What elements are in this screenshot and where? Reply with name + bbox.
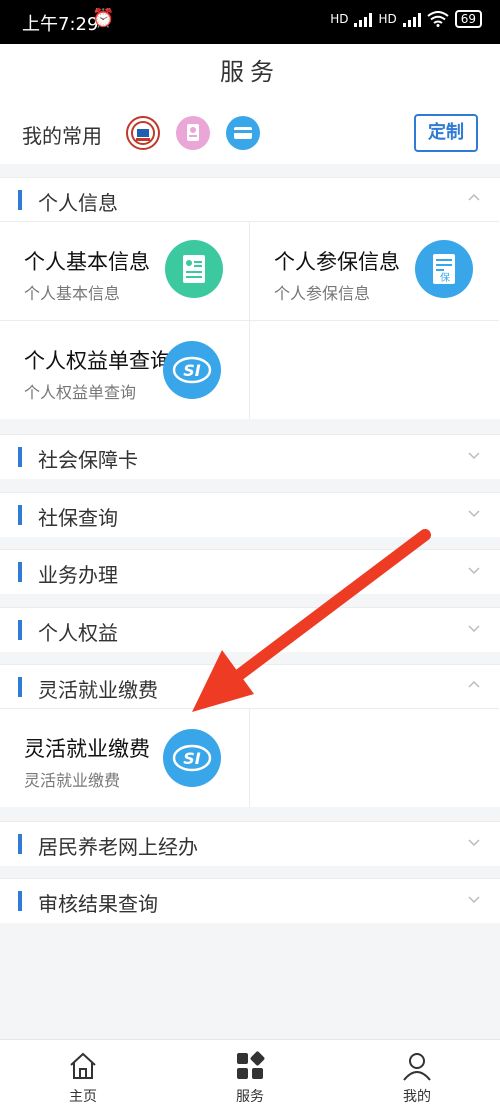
section-title: 社会保障卡: [38, 448, 138, 472]
item-basic-info[interactable]: 个人基本信息 个人基本信息: [0, 221, 249, 320]
chevron-up-icon: [468, 680, 480, 688]
section-title: 审核结果查询: [38, 892, 158, 916]
tab-home[interactable]: 主页: [0, 1040, 166, 1112]
bottom-tab-bar: 主页 服务 我的: [0, 1039, 500, 1112]
svg-text:SI: SI: [183, 361, 201, 380]
social-security-logo-icon[interactable]: [126, 116, 160, 150]
chevron-up-icon: [468, 193, 480, 201]
favorites-bar: 我的常用 定制: [0, 100, 500, 164]
section-personal-info[interactable]: 个人信息: [0, 177, 500, 222]
svg-text:SI: SI: [183, 749, 201, 768]
section-social-query[interactable]: 社保查询: [0, 492, 500, 537]
wifi-icon: [427, 11, 449, 27]
personal-info-grid: 个人基本信息 个人基本信息 个人参保信息 个人参保信息 保 个人权益单查询 个人…: [0, 221, 500, 419]
flexible-grid: 灵活就业缴费 灵活就业缴费 SI: [0, 708, 500, 807]
home-icon: [70, 1052, 96, 1079]
status-indicators: HD HD 69: [330, 10, 482, 28]
signal-icon: [354, 11, 373, 27]
battery-icon: 69: [454, 10, 482, 28]
tab-services[interactable]: 服务: [167, 1040, 333, 1112]
page-title: 服务: [0, 44, 500, 101]
profile-document-icon: [165, 240, 223, 298]
grid-icon: [237, 1051, 265, 1079]
section-title: 灵活就业缴费: [38, 678, 158, 702]
section-rights[interactable]: 个人权益: [0, 607, 500, 652]
hd-label-2: HD: [378, 12, 397, 26]
bank-card-icon[interactable]: [226, 116, 260, 150]
item-rights-query[interactable]: 个人权益单查询 个人权益单查询 SI: [0, 320, 249, 419]
section-title: 社保查询: [38, 506, 118, 530]
svg-text:保: 保: [440, 271, 450, 284]
signal-icon-2: [402, 11, 421, 27]
id-card-icon[interactable]: [176, 116, 210, 150]
chevron-down-icon: [468, 896, 480, 904]
status-bar: 上午7:29 ⏰ HD HD 69: [0, 0, 500, 44]
empty-cell: [250, 320, 499, 419]
chevron-down-icon: [468, 510, 480, 518]
hd-label: HD: [330, 12, 349, 26]
section-title: 个人信息: [38, 191, 118, 215]
chevron-down-icon: [468, 625, 480, 633]
insurance-document-icon: 保: [415, 240, 473, 298]
item-flexible-payment[interactable]: 灵活就业缴费 灵活就业缴费 SI: [0, 708, 249, 807]
section-social-card[interactable]: 社会保障卡: [0, 434, 500, 479]
section-title: 个人权益: [38, 621, 118, 645]
tab-mine[interactable]: 我的: [334, 1040, 500, 1112]
status-time: 上午7:29: [22, 14, 99, 35]
section-title: 居民养老网上经办: [38, 835, 198, 859]
section-title: 业务办理: [38, 563, 118, 587]
user-icon: [403, 1053, 431, 1081]
favorites-label: 我的常用: [22, 124, 102, 148]
si-logo-icon: SI: [163, 729, 221, 787]
item-insurance-info[interactable]: 个人参保信息 个人参保信息 保: [250, 221, 499, 320]
customize-button[interactable]: 定制: [414, 114, 478, 152]
section-review[interactable]: 审核结果查询: [0, 878, 500, 923]
chevron-down-icon: [468, 839, 480, 847]
empty-cell: [250, 708, 499, 807]
section-pension[interactable]: 居民养老网上经办: [0, 821, 500, 866]
chevron-down-icon: [468, 452, 480, 460]
si-logo-icon: SI: [163, 341, 221, 399]
alarm-icon: ⏰: [92, 8, 115, 29]
section-business[interactable]: 业务办理: [0, 549, 500, 594]
section-flexible-employment[interactable]: 灵活就业缴费: [0, 664, 500, 709]
chevron-down-icon: [468, 567, 480, 575]
